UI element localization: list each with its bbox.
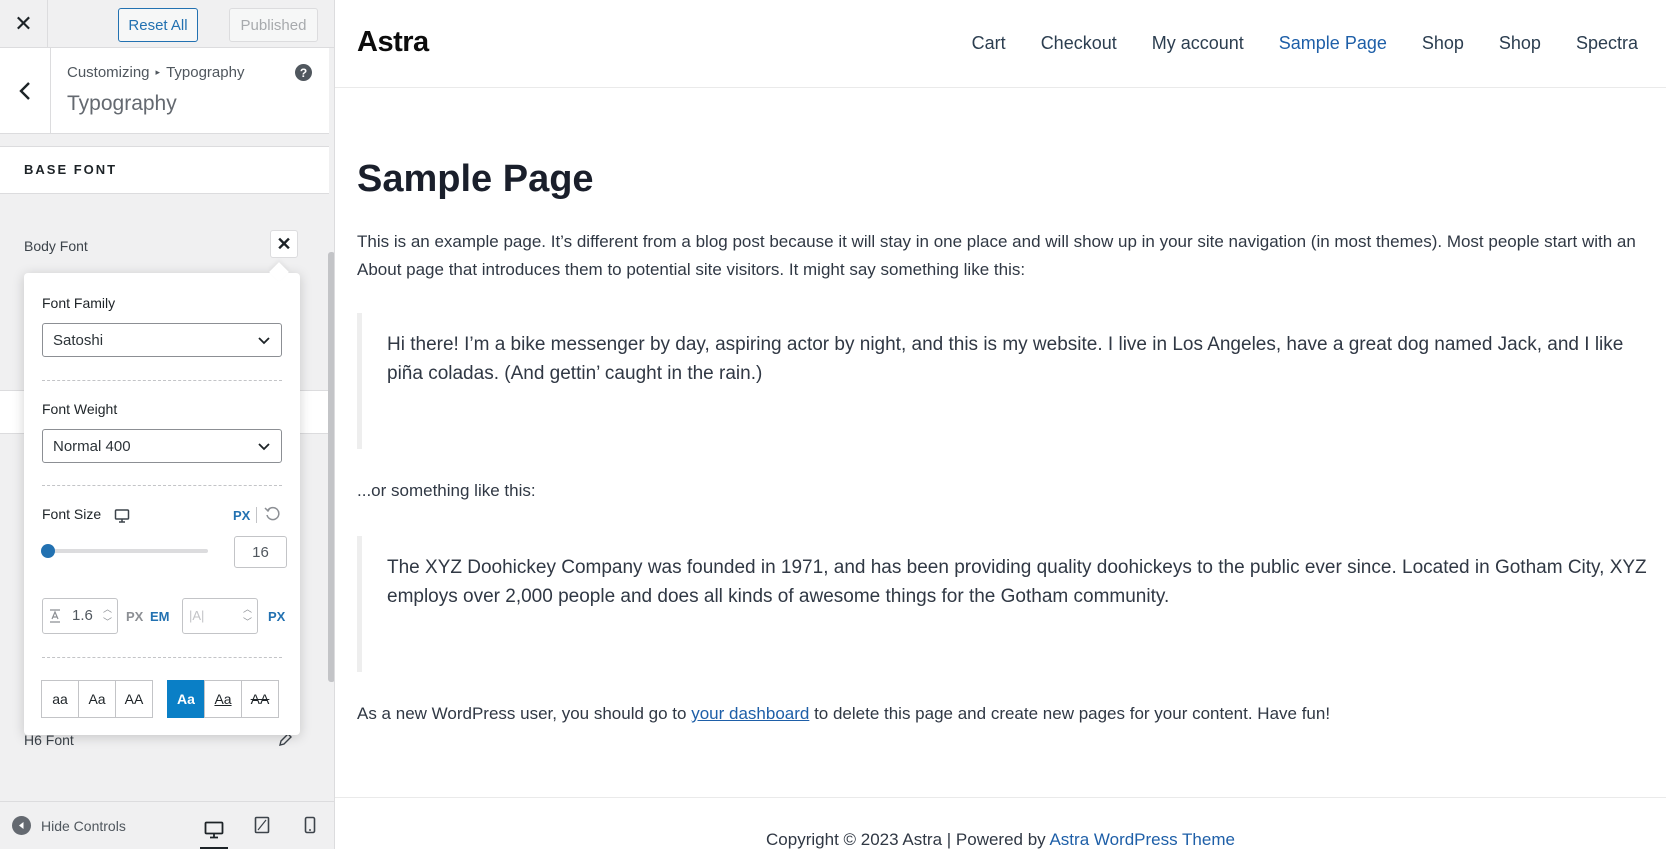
closing-text-after: to delete this page and create new pages…	[809, 704, 1331, 723]
text-transform-group: aa Aa AA	[41, 680, 153, 718]
blockquote-2-text: The XYZ Doohickey Company was founded in…	[387, 557, 1647, 607]
font-size-unit[interactable]: PX	[233, 508, 250, 523]
section-header: Customizing ▸ Typography Typography ?	[0, 48, 329, 134]
mobile-icon	[304, 816, 316, 834]
line-height-icon	[50, 609, 60, 623]
letter-spacing-placeholder: |A|	[189, 608, 205, 623]
close-icon: ✕	[14, 11, 33, 36]
spin-down-icon[interactable]: ﹀	[103, 615, 112, 628]
font-size-slider-track[interactable]	[48, 549, 208, 553]
preview-tablet-button[interactable]	[248, 812, 276, 838]
closing-paragraph: As a new WordPress user, you should go t…	[357, 700, 1647, 728]
desktop-icon[interactable]	[114, 509, 130, 523]
divider	[42, 485, 282, 486]
nav-item-cart[interactable]: Cart	[972, 33, 1006, 54]
preview-desktop-button[interactable]	[200, 812, 228, 849]
transform-capitalize-button[interactable]: Aa	[78, 680, 116, 718]
font-weight-label: Font Weight	[42, 401, 118, 417]
hide-controls-label: Hide Controls	[41, 817, 126, 834]
page-title: Sample Page	[357, 158, 594, 200]
nav-item-my-account[interactable]: My account	[1152, 33, 1244, 54]
site-preview: Astra Cart Checkout My account Sample Pa…	[335, 0, 1666, 849]
font-family-select[interactable]: Satoshi	[42, 323, 282, 357]
back-button[interactable]	[0, 48, 51, 133]
nav-item-sample-page[interactable]: Sample Page	[1279, 33, 1387, 54]
transform-lowercase-button[interactable]: aa	[41, 680, 79, 718]
reset-icon[interactable]	[264, 506, 280, 522]
published-button[interactable]: Published	[229, 8, 318, 42]
breadcrumb-current: Typography	[166, 64, 245, 81]
nav-item-spectra[interactable]: Spectra	[1576, 33, 1638, 54]
preview-mobile-button[interactable]	[296, 812, 324, 838]
body-font-label: Body Font	[24, 238, 88, 254]
nav-item-shop[interactable]: Shop	[1422, 33, 1464, 54]
breadcrumb: Customizing ▸ Typography	[67, 64, 244, 81]
sidebar-scrollbar[interactable]	[328, 252, 334, 682]
copyright-text: Copyright © 2023 Astra | Powered by	[766, 830, 1050, 849]
nav-item-shop-2[interactable]: Shop	[1499, 33, 1541, 54]
help-icon[interactable]: ?	[295, 64, 312, 81]
base-font-heading: BASE FONT	[0, 146, 329, 194]
close-icon: ✕	[276, 233, 292, 254]
spin-down-icon[interactable]: ﹀	[243, 615, 252, 628]
transform-uppercase-button[interactable]: AA	[115, 680, 153, 718]
theme-link[interactable]: Astra WordPress Theme	[1049, 830, 1235, 849]
collapse-icon	[12, 816, 31, 835]
decoration-strikethrough-button[interactable]: AA	[241, 680, 279, 718]
intro-paragraph: This is an example page. It’s different …	[357, 232, 1636, 279]
line-height-input[interactable]: 1.6 ︿ ﹀	[42, 598, 118, 634]
font-size-label: Font Size	[42, 506, 102, 522]
font-size-input[interactable]: 16	[234, 536, 287, 568]
font-weight-select[interactable]: Normal 400	[42, 429, 282, 463]
chevron-down-icon	[258, 443, 270, 451]
hide-controls-button[interactable]: Hide Controls	[12, 816, 126, 835]
reset-all-button[interactable]: Reset All	[118, 8, 198, 42]
nav-item-checkout[interactable]: Checkout	[1041, 33, 1117, 54]
closing-text-before: As a new WordPress user, you should go t…	[357, 704, 692, 723]
site-logo[interactable]: Astra	[357, 26, 429, 59]
font-family-label: Font Family	[42, 295, 116, 311]
line-height-unit-em[interactable]: EM	[150, 609, 170, 624]
font-weight-value: Normal 400	[53, 438, 131, 455]
line-height-value: 1.6	[72, 607, 93, 624]
spin-up-icon[interactable]: ︿	[103, 602, 112, 615]
body-font-close-button[interactable]: ✕	[270, 230, 298, 258]
unit-separator	[256, 507, 257, 523]
decoration-none-button[interactable]: Aa	[167, 680, 205, 718]
customizer-topbar: ✕ Reset All Published	[0, 0, 334, 48]
tablet-icon	[254, 816, 270, 834]
font-family-value: Satoshi	[53, 332, 104, 349]
body-font-popover: Font Family Satoshi Font Weight Normal 4…	[24, 273, 300, 735]
dashboard-link[interactable]: your dashboard	[691, 704, 809, 723]
breadcrumb-root: Customizing	[67, 64, 150, 81]
site-header: Astra Cart Checkout My account Sample Pa…	[335, 0, 1666, 88]
customizer-footer: Hide Controls	[0, 801, 334, 849]
decoration-underline-button[interactable]: Aa	[204, 680, 242, 718]
or-paragraph: ...or something like this:	[357, 481, 536, 500]
site-footer: Copyright © 2023 Astra | Powered by Astr…	[335, 797, 1666, 849]
close-customizer-button[interactable]: ✕	[0, 0, 48, 48]
text-decoration-group: Aa Aa AA	[167, 680, 279, 718]
blockquote-2: The XYZ Doohickey Company was founded in…	[357, 536, 1647, 672]
primary-nav: Cart Checkout My account Sample Page Sho…	[972, 33, 1638, 54]
customizer-sidebar: ✕ Reset All Published Customizing ▸ Typogr…	[0, 0, 335, 849]
line-height-unit-px[interactable]: PX	[126, 609, 143, 624]
spin-up-icon[interactable]: ︿	[243, 602, 252, 615]
chevron-left-icon	[19, 81, 30, 100]
divider	[42, 380, 282, 381]
chevron-down-icon	[258, 337, 270, 345]
letter-spacing-input[interactable]: |A| ︿ ﹀	[182, 598, 258, 634]
section-title: Typography	[67, 92, 177, 115]
letter-spacing-unit[interactable]: PX	[268, 609, 285, 624]
footer-text: Copyright © 2023 Astra | Powered by Astr…	[335, 830, 1666, 849]
desktop-icon	[204, 821, 224, 838]
blockquote-1: Hi there! I’m a bike messenger by day, a…	[357, 313, 1647, 449]
divider	[42, 657, 282, 658]
font-size-slider-thumb[interactable]	[41, 544, 55, 558]
breadcrumb-separator-icon: ▸	[155, 67, 161, 77]
blockquote-1-text: Hi there! I’m a bike messenger by day, a…	[387, 334, 1624, 384]
